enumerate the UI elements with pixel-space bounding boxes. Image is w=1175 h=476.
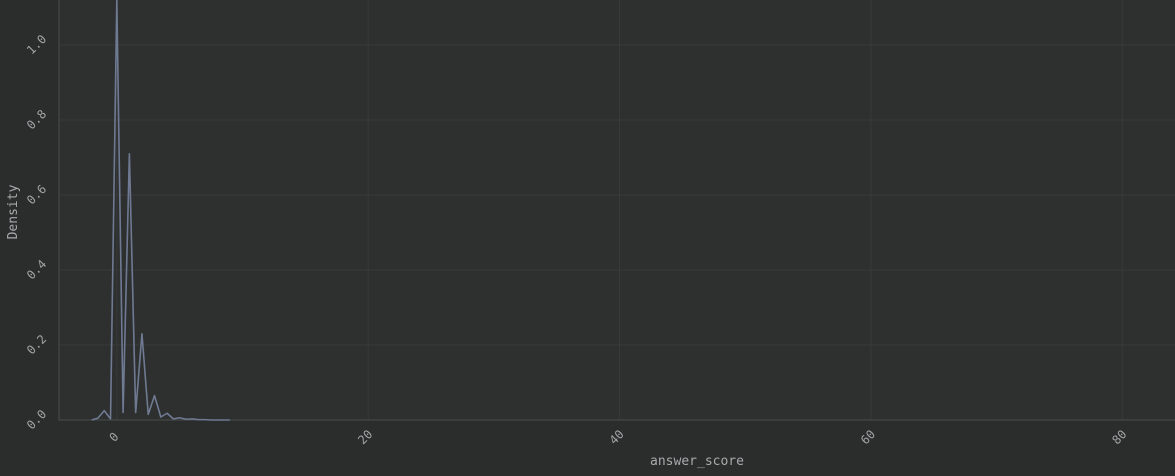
y-tick-label-1: 0.2 (24, 332, 49, 357)
y-tick-label-2: 0.4 (24, 257, 49, 282)
y-tick-label-4: 0.8 (24, 107, 49, 132)
y-tick-label-5: 1.0 (24, 32, 49, 57)
x-tick-label-2: 40 (607, 427, 627, 447)
x-ticks: 0 20 40 60 80 (106, 427, 1129, 447)
y-tick-label-3: 0.6 (24, 182, 49, 207)
x-tick-label-0: 0 (106, 430, 121, 445)
x-tick-label-4: 80 (1109, 427, 1129, 447)
x-axis-label: answer_score (650, 454, 744, 469)
x-tick-label-3: 60 (858, 427, 878, 447)
y-axis-label: Density (6, 184, 21, 239)
y-tick-label-0: 0.0 (24, 407, 49, 432)
plot-background (59, 0, 1175, 420)
y-ticks: 0.0 0.2 0.4 0.6 0.8 1.0 (24, 32, 49, 432)
x-tick-label-1: 20 (355, 427, 375, 447)
density-chart: 0 20 40 60 80 0.0 0.2 0.4 0.6 0.8 1.0 answer_scor… (6, 0, 1175, 469)
